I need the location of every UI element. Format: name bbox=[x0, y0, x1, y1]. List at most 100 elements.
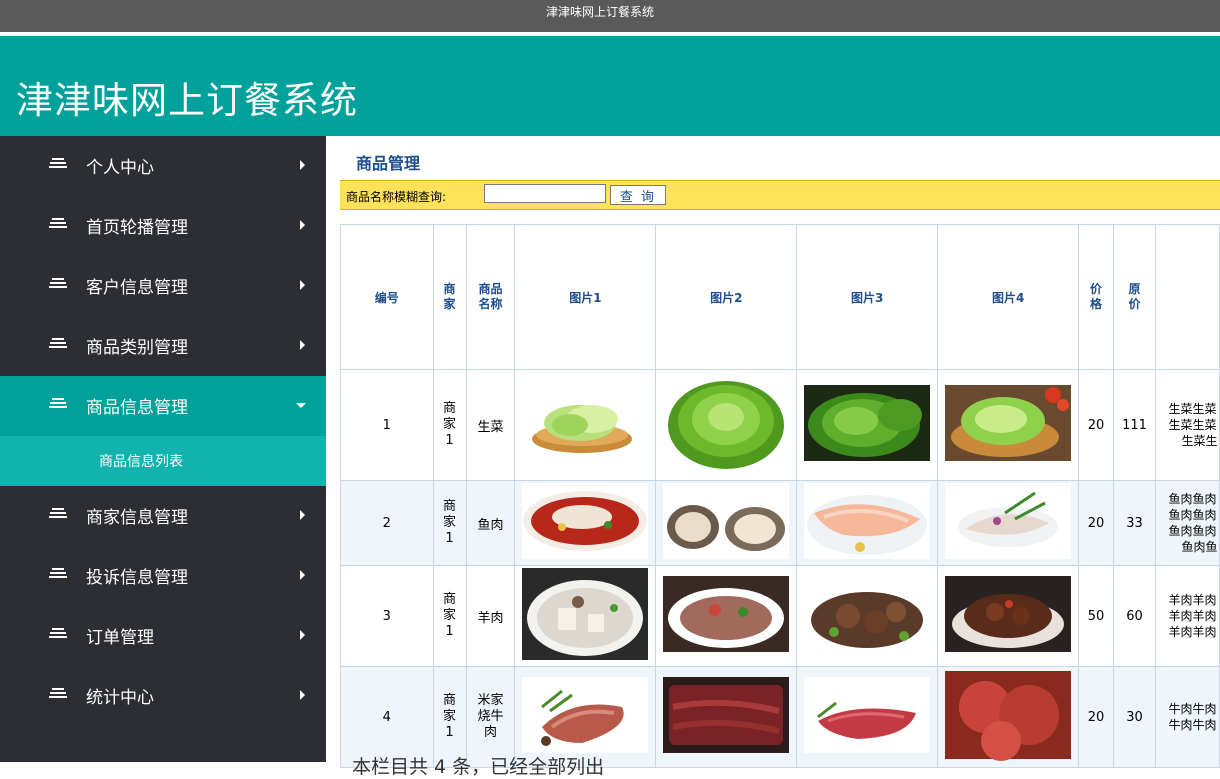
window-title-bar: 津津味网上订餐系统 bbox=[0, 0, 1220, 32]
lettuce-image bbox=[945, 385, 1072, 461]
stack-icon bbox=[49, 568, 67, 582]
cell-price: 20 bbox=[1078, 480, 1115, 566]
cell-image-3 bbox=[796, 666, 939, 768]
column-header: 价格 bbox=[1078, 224, 1115, 370]
column-header: 原价 bbox=[1113, 224, 1156, 370]
cell-description: 羊肉羊肉 羊肉羊肉 羊肉羊肉 bbox=[1154, 565, 1220, 667]
window-title: 津津味网上订餐系统 bbox=[545, 4, 654, 19]
sidebar-subitem-label: 商品信息列表 bbox=[99, 454, 183, 470]
stack-icon bbox=[49, 398, 67, 412]
cell-description: 生菜生菜 生菜生菜 生菜生 bbox=[1154, 369, 1220, 481]
stack-icon bbox=[49, 338, 67, 352]
cell-id: 1 bbox=[340, 369, 434, 481]
page-title: 商品管理 bbox=[356, 154, 421, 173]
sidebar-item-label: 商品信息管理 bbox=[86, 398, 188, 418]
description-line: 牛肉牛肉 bbox=[1168, 702, 1217, 716]
column-header: 商家 bbox=[432, 224, 467, 370]
sidebar-item-personal-center[interactable]: 个人中心 bbox=[0, 136, 326, 196]
cell-original-price: 60 bbox=[1113, 565, 1156, 667]
chevron-right-icon bbox=[300, 570, 305, 580]
description-line: 鱼肉鱼 bbox=[1181, 540, 1218, 554]
cell-image-3 bbox=[796, 369, 939, 481]
sidebar-item-label: 投诉信息管理 bbox=[86, 568, 188, 588]
mutton-soup-image bbox=[522, 568, 649, 660]
cell-name: 鱼肉 bbox=[465, 480, 516, 566]
fish-slices-image bbox=[945, 483, 1072, 559]
sidebar-item-orders[interactable]: 订单管理 bbox=[0, 606, 326, 666]
cell-merchant-text: 商家1 bbox=[443, 499, 457, 546]
column-header-label: 价格 bbox=[1090, 282, 1103, 311]
cell-price: 20 bbox=[1078, 666, 1115, 768]
chevron-down-icon bbox=[296, 403, 306, 408]
description-line: 牛肉牛肉 bbox=[1168, 718, 1217, 732]
table-row[interactable]: 2 商家1 鱼肉 20 33 鱼肉鱼肉 鱼肉鱼肉 鱼肉鱼肉 鱼肉鱼 bbox=[340, 480, 1220, 566]
stack-icon bbox=[49, 628, 67, 642]
search-input[interactable] bbox=[484, 184, 606, 203]
cell-description: 鱼肉鱼肉 鱼肉鱼肉 鱼肉鱼肉 鱼肉鱼 bbox=[1154, 480, 1220, 566]
description-line: 羊肉羊肉 bbox=[1168, 593, 1217, 607]
column-header: 商品名称 bbox=[465, 224, 516, 370]
chevron-right-icon bbox=[300, 160, 305, 170]
cell-name-text: 米家烧牛肉 bbox=[477, 693, 504, 740]
chevron-right-icon bbox=[300, 340, 305, 350]
fish-fillet-image bbox=[804, 483, 931, 559]
chevron-right-icon bbox=[300, 220, 305, 230]
lettuce-image bbox=[663, 375, 790, 471]
column-header: 编号 bbox=[340, 224, 434, 370]
search-bar: 商品名称模糊查询: 查 询 bbox=[340, 180, 1220, 210]
sidebar-item-label: 首页轮播管理 bbox=[86, 218, 188, 238]
cell-id: 2 bbox=[340, 480, 434, 566]
description-line: 生菜生菜 bbox=[1168, 402, 1217, 416]
beef-cut-image bbox=[804, 677, 931, 753]
description-line: 鱼肉鱼肉 bbox=[1168, 524, 1217, 538]
description-line: 鱼肉鱼肉 bbox=[1168, 508, 1217, 522]
stack-icon bbox=[49, 278, 67, 292]
sidebar-item-label: 商品类别管理 bbox=[86, 338, 188, 358]
sidebar: 个人中心 首页轮播管理 客户信息管理 商品类别管理 商品信息管理 商品信息列表 … bbox=[0, 136, 326, 762]
table-footer-summary: 本栏目共 4 条，已经全部列出 bbox=[352, 756, 605, 778]
cell-merchant: 商家1 bbox=[432, 565, 467, 667]
cell-image-4 bbox=[937, 565, 1080, 667]
fish-steak-image bbox=[663, 483, 790, 559]
description-line: 鱼肉鱼肉 bbox=[1168, 492, 1217, 506]
sidebar-item-categories[interactable]: 商品类别管理 bbox=[0, 316, 326, 376]
table-row[interactable]: 1 商家1 生菜 20 111 生菜生菜 生菜生菜 生菜生 bbox=[340, 369, 1220, 481]
sidebar-item-complaints[interactable]: 投诉信息管理 bbox=[0, 546, 326, 606]
cell-merchant-text: 商家1 bbox=[443, 401, 457, 448]
search-button[interactable]: 查 询 bbox=[610, 185, 666, 205]
cell-image-1 bbox=[514, 480, 657, 566]
braised-beef-image bbox=[945, 671, 1072, 761]
main-content: 商品管理 商品名称模糊查询: 查 询 编号 商家 商品名称 图片1 图片2 图片… bbox=[340, 136, 1220, 778]
sidebar-item-label: 订单管理 bbox=[86, 628, 154, 648]
column-header-label: 商品名称 bbox=[478, 282, 503, 311]
table-header-row: 编号 商家 商品名称 图片1 图片2 图片3 图片4 价格 原价 bbox=[340, 224, 1220, 370]
sidebar-item-customers[interactable]: 客户信息管理 bbox=[0, 256, 326, 316]
cell-name: 羊肉 bbox=[465, 565, 516, 667]
cell-price: 20 bbox=[1078, 369, 1115, 481]
sidebar-item-label: 统计中心 bbox=[86, 688, 154, 708]
sidebar-item-products[interactable]: 商品信息管理 bbox=[0, 376, 326, 436]
cell-price: 50 bbox=[1078, 565, 1115, 667]
cell-image-3 bbox=[796, 480, 939, 566]
sidebar-item-statistics[interactable]: 统计中心 bbox=[0, 666, 326, 726]
stack-icon bbox=[49, 688, 67, 702]
sidebar-subitem-product-list[interactable]: 商品信息列表 bbox=[0, 436, 326, 486]
column-header-label: 商家 bbox=[443, 282, 456, 311]
column-header: 图片3 bbox=[796, 224, 939, 370]
cell-image-4 bbox=[937, 666, 1080, 768]
cell-image-2 bbox=[655, 480, 798, 566]
cell-name: 生菜 bbox=[465, 369, 516, 481]
lamb-chunks-image bbox=[804, 576, 931, 652]
stack-icon bbox=[49, 158, 67, 172]
description-line: 羊肉羊肉 bbox=[1168, 609, 1217, 623]
sidebar-item-carousel[interactable]: 首页轮播管理 bbox=[0, 196, 326, 256]
table-row[interactable]: 3 商家1 羊肉 50 60 羊肉羊肉 羊肉羊肉 羊肉羊肉 bbox=[340, 565, 1220, 667]
column-header: 图片4 bbox=[937, 224, 1080, 370]
product-table: 编号 商家 商品名称 图片1 图片2 图片3 图片4 价格 原价 1 商家1 生… bbox=[340, 224, 1220, 768]
cell-image-2 bbox=[655, 666, 798, 768]
sidebar-item-merchants[interactable]: 商家信息管理 bbox=[0, 486, 326, 546]
column-header-label: 原价 bbox=[1128, 282, 1141, 311]
cell-image-4 bbox=[937, 480, 1080, 566]
cell-image-2 bbox=[655, 565, 798, 667]
search-label: 商品名称模糊查询: bbox=[346, 190, 447, 204]
